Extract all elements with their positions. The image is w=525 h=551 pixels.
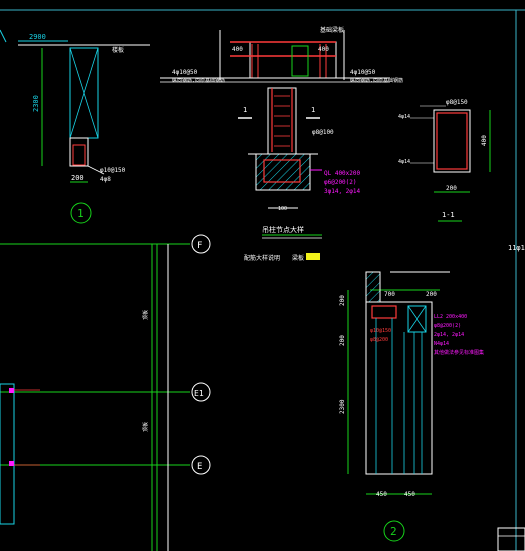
col-label-2: 顶板 [142, 422, 149, 432]
width-dim-11: 200 [446, 185, 457, 192]
d2-dim-top-right: 200 [426, 291, 437, 298]
detail-1-circle-label: 1 [77, 207, 84, 220]
left-marker-2 [9, 461, 14, 466]
axis-F-label: F [197, 241, 202, 251]
cut-mark-right: 1 [311, 106, 315, 114]
top-note: 基础梁板 [320, 26, 344, 34]
right-rebar-1: 4φ10@50 [350, 69, 376, 76]
left-note-11-1: 4φ14 [398, 114, 410, 120]
d2-dim-bottom-left: 450 [376, 491, 387, 498]
rebar-note: φ10@150 [100, 167, 126, 174]
d2-note-red-1: φ10@150 [370, 328, 391, 334]
d2-note-mag-5: 其他做法参见标准图集 [434, 349, 484, 356]
height-dim-11: 400 [481, 135, 488, 146]
left-marker-1 [9, 388, 14, 393]
width-dim-text: 200 [71, 174, 84, 182]
d2-dim-bottom-right: 450 [404, 491, 415, 498]
col-label-1: 顶板 [142, 310, 149, 320]
cad-drawing-canvas: 2900 楼板 2300 200 φ10@150 4φ8 1 400 400 基… [0, 0, 525, 551]
beam-note-2: φ6@200(2) [324, 179, 357, 186]
axis-E-label: E [197, 462, 202, 472]
d2-note-mag-2: φ8@200(2) [434, 323, 461, 329]
height-dim-text: 2300 [32, 95, 40, 112]
d2-note-mag-3: 2φ14, 2φ14 [434, 332, 464, 338]
sub-note: 梁板 [292, 254, 304, 262]
d2-note-mag-4: N4φ14 [434, 341, 449, 347]
detail-2-circle-label: 2 [390, 525, 397, 538]
slab-label: 楼板 [112, 46, 124, 54]
right-dim-text: 400 [318, 46, 329, 53]
axis-E1-label: E1 [194, 389, 204, 398]
cut-mark-left: 1 [243, 106, 247, 114]
left-rebar-1: 4φ10@50 [172, 69, 198, 76]
d2-dim-top-left: 700 [384, 291, 395, 298]
sub-legend-swatch [306, 253, 320, 260]
left-dim-text: 400 [232, 46, 243, 53]
section-title: 吊柱节点大样 [262, 225, 304, 234]
top-note-11: φ8@150 [446, 99, 468, 106]
beam-note-3: 3φ14, 2φ14 [324, 188, 361, 195]
d2-dim-left-3: 2300 [339, 399, 346, 414]
beam-note-1: QL 400x200 [324, 170, 361, 177]
section-11-title: 1-1 [442, 211, 455, 219]
bar-note: 4φ8 [100, 176, 111, 183]
right-edge-label: 11φ1 [508, 244, 525, 252]
bottom-dim-text: 100 [278, 206, 287, 212]
left-note-11-2: 4φ14 [398, 159, 410, 165]
top-dim-text: 2900 [29, 33, 46, 41]
d2-dim-left-1: 200 [339, 295, 346, 306]
stirrup-note: φ8@100 [312, 129, 334, 136]
left-rebar-2: 纵向钢筋,同原基础钢筋 [172, 77, 225, 84]
d2-note-mag-1: LL2 200x400 [434, 314, 467, 320]
d2-note-red-2: φ8@200 [370, 337, 388, 343]
sub-label: 配筋大样说明 [244, 254, 280, 262]
right-rebar-2: 纵向钢筋,同原基础钢筋 [350, 77, 403, 84]
d2-cap-hatch [365, 271, 381, 303]
d2-dim-left-2: 200 [339, 335, 346, 346]
